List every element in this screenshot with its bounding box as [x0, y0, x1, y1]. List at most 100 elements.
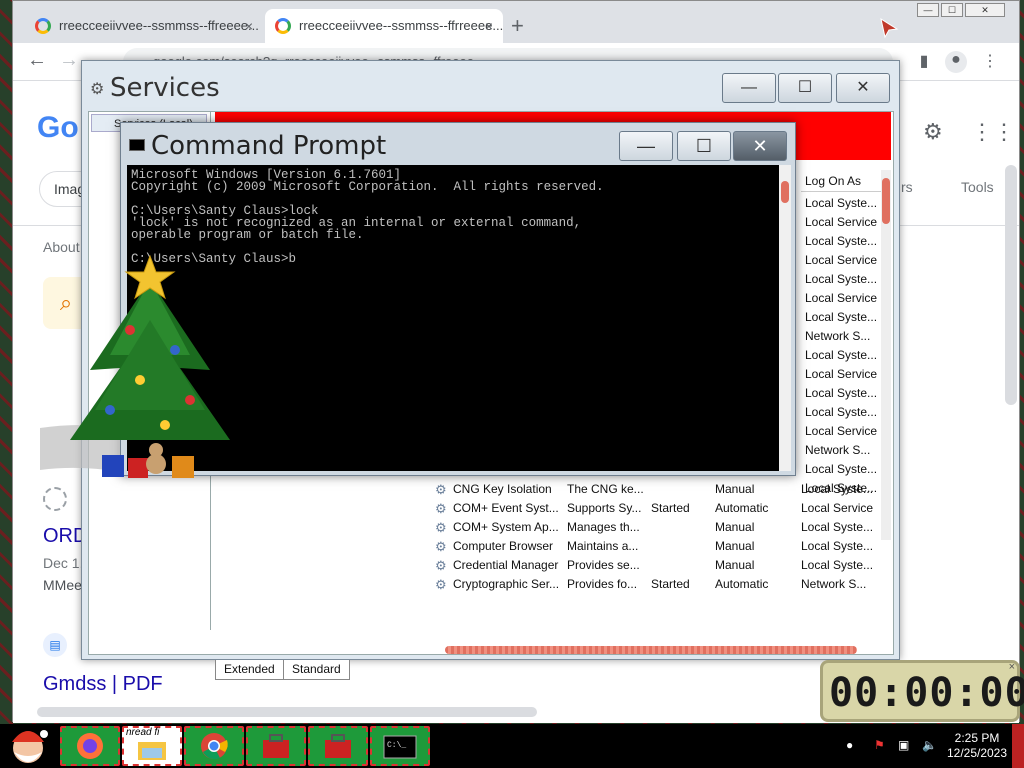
- service-name: COM+ System Ap...: [453, 520, 559, 534]
- santa-start-button-icon[interactable]: [4, 724, 52, 768]
- svg-text:C:\_: C:\_: [387, 741, 406, 750]
- countdown-timer-widget[interactable]: × 00:00:00: [820, 660, 1024, 722]
- service-logon: Network S...: [801, 577, 867, 591]
- service-name: Credential Manager: [453, 558, 559, 572]
- apps-grid-icon[interactable]: ⋮⋮: [971, 119, 1015, 145]
- services-horizontal-scrollbar[interactable]: [445, 646, 857, 654]
- table-row[interactable]: ⚙ Credential Manager Provides se... Manu…: [435, 556, 881, 575]
- table-cell: Network S...: [805, 443, 871, 457]
- service-logon: Local Syste...: [801, 482, 874, 496]
- show-hidden-icons-icon[interactable]: ●: [846, 738, 853, 752]
- services-close-button[interactable]: ✕: [836, 73, 890, 103]
- table-cell: Local Syste...: [805, 386, 878, 400]
- table-row[interactable]: ⚙ CNG Key Isolation The CNG ke... Manual…: [435, 480, 881, 499]
- browser-tab-2[interactable]: rreecceeiivvee--ssmmss--ffrreeee... ×: [265, 9, 503, 43]
- tab-title: rreecceeiivvee--ssmmss--ffreeee...: [59, 18, 259, 33]
- service-startup-type: Manual: [715, 539, 755, 553]
- system-clock[interactable]: 2:25 PM 12/25/2023: [944, 731, 1010, 761]
- new-tab-button[interactable]: +: [511, 13, 524, 39]
- table-cell: Local Service: [805, 291, 878, 305]
- service-description: Provides fo...: [567, 577, 638, 591]
- table-cell: Local Syste...: [805, 348, 878, 362]
- services-table: ⚙ CNG Key Isolation The CNG ke... Manual…: [435, 480, 881, 594]
- tab-extended[interactable]: Extended: [215, 660, 284, 680]
- table-cell: Local Service: [805, 215, 878, 229]
- service-startup-type: Manual: [715, 520, 755, 534]
- service-gear-icon: ⚙: [435, 520, 447, 535]
- page-horizontal-scrollbar[interactable]: [37, 707, 537, 717]
- browser-menu-icon[interactable]: ⋮: [979, 51, 1001, 73]
- taskbar-chrome-button[interactable]: [184, 726, 244, 766]
- browser-minimize-button[interactable]: —: [917, 3, 939, 17]
- result-date: Dec 1,: [43, 555, 84, 571]
- taskbar: nread fi C:\_ ● ⚑ ▣ 🔈 2:25 PM 12/25/2023: [0, 724, 1024, 768]
- page-vertical-scrollbar[interactable]: [1005, 165, 1017, 405]
- services-maximize-button[interactable]: ☐: [778, 73, 832, 103]
- table-cell: Local Syste...: [805, 272, 878, 286]
- service-status: Started: [651, 501, 690, 515]
- scribd-site-icon: ▤: [43, 633, 67, 657]
- profile-avatar-icon[interactable]: ●: [945, 51, 967, 73]
- clock-date: 12/25/2023: [946, 746, 1008, 760]
- taskbar-cmd-button[interactable]: C:\_: [370, 726, 430, 766]
- cmd-close-button[interactable]: ✕: [733, 131, 787, 161]
- service-name: Computer Browser: [453, 539, 554, 553]
- table-cell: Network S...: [805, 329, 871, 343]
- service-startup-type: Automatic: [715, 577, 769, 591]
- log-on-as-column-header[interactable]: Log On As: [801, 170, 881, 192]
- show-desktop-button[interactable]: [1012, 724, 1024, 768]
- browser-maximize-button[interactable]: ☐: [941, 3, 963, 17]
- chrome-icon: [201, 733, 228, 760]
- services-vertical-scrollbar[interactable]: [881, 170, 891, 540]
- side-panel-icon[interactable]: ▮: [913, 51, 935, 73]
- tab-standard[interactable]: Standard: [283, 660, 350, 680]
- browser-close-button[interactable]: ✕: [965, 3, 1005, 17]
- taskbar-file-button[interactable]: nread fi: [122, 726, 182, 766]
- service-logon: Local Syste...: [801, 558, 874, 572]
- service-description: Maintains a...: [567, 539, 639, 553]
- taskbar-toolbox-button-2[interactable]: [308, 726, 368, 766]
- table-row[interactable]: ⚙ Cryptographic Ser... Provides fo... St…: [435, 575, 881, 594]
- google-logo[interactable]: Go: [37, 111, 79, 145]
- google-favicon-icon: [35, 18, 51, 34]
- service-name: CNG Key Isolation: [453, 482, 552, 496]
- tab-title: rreecceeiivvee--ssmmss--ffrreeee...: [299, 18, 503, 33]
- back-arrow-icon[interactable]: ←: [27, 49, 47, 72]
- cmd-minimize-button[interactable]: —: [619, 131, 673, 161]
- service-gear-icon: ⚙: [435, 482, 447, 497]
- service-description: Manages th...: [567, 520, 640, 534]
- filters-dropdown[interactable]: rs: [901, 179, 913, 195]
- toolbox-icon: [263, 734, 289, 758]
- service-description: Supports Sy...: [567, 501, 642, 515]
- table-row[interactable]: ⚙ COM+ Event Syst... Supports Sy... Star…: [435, 499, 881, 518]
- network-icon[interactable]: ▣: [898, 738, 909, 752]
- service-gear-icon: ⚙: [435, 577, 447, 592]
- services-minimize-button[interactable]: —: [722, 73, 776, 103]
- service-gear-icon: ⚙: [435, 558, 447, 573]
- table-row[interactable]: ⚙ COM+ System Ap... Manages th... Manual…: [435, 518, 881, 537]
- services-gear-icon: ⚙: [90, 81, 105, 98]
- scrollbar-thumb[interactable]: [882, 178, 890, 224]
- action-center-flag-icon[interactable]: ⚑: [874, 738, 885, 752]
- table-cell: Local Service: [805, 424, 878, 438]
- forward-arrow-icon[interactable]: →: [59, 49, 79, 72]
- tab-close-icon[interactable]: ×: [485, 9, 493, 43]
- volume-icon[interactable]: 🔈: [922, 738, 937, 752]
- tab-close-icon[interactable]: ×: [245, 9, 253, 43]
- scrollbar-thumb[interactable]: [781, 181, 789, 203]
- cmd-maximize-button[interactable]: ☐: [677, 131, 731, 161]
- taskbar-toolbox-button[interactable]: [246, 726, 306, 766]
- cmd-vertical-scrollbar[interactable]: [779, 165, 791, 471]
- result-snippet: MMee: [43, 577, 82, 593]
- service-startup-type: Manual: [715, 482, 755, 496]
- christmas-tree-decoration: [40, 254, 230, 478]
- table-row[interactable]: ⚙ Computer Browser Maintains a... Manual…: [435, 537, 881, 556]
- taskbar-firefox-button[interactable]: [60, 726, 120, 766]
- settings-gear-icon[interactable]: ⚙: [923, 119, 943, 145]
- tab-strip: rreecceeiivvee--ssmmss--ffreeee... × rre…: [13, 1, 1019, 43]
- cmd-window-icon: [129, 139, 145, 151]
- tools-button[interactable]: Tools: [961, 179, 994, 195]
- log-on-as-column: Local Syste... Local Service Local Syste…: [801, 194, 881, 498]
- result-title-link[interactable]: Gmdss | PDF: [43, 673, 163, 696]
- browser-tab-1[interactable]: rreecceeiivvee--ssmmss--ffreeee... ×: [25, 9, 263, 43]
